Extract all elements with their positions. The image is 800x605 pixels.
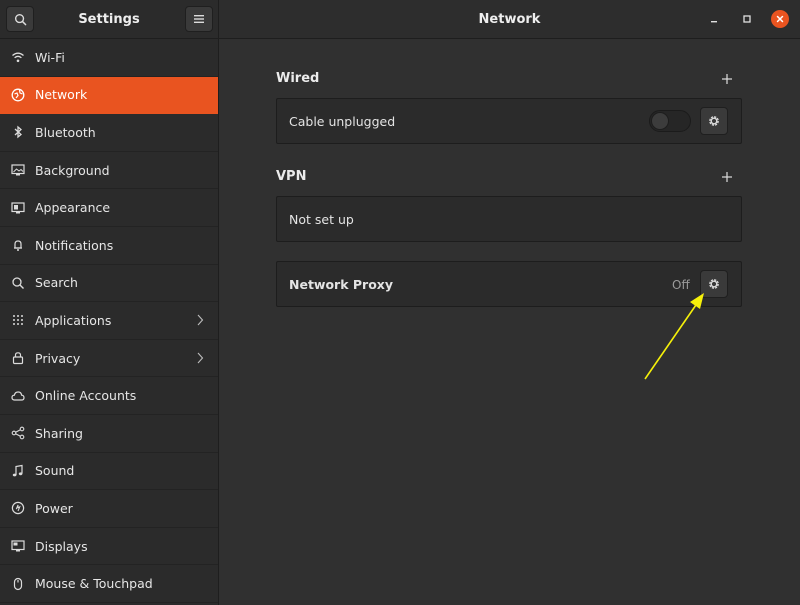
settings-window: Settings Network Wi-Fi Network Bluetooth… [0, 0, 800, 605]
annotation-arrow [644, 293, 704, 380]
